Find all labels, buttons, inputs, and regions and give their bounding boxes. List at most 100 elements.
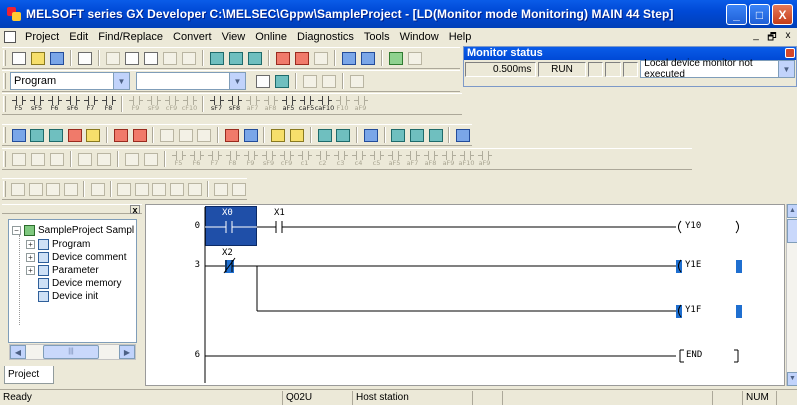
project-tree-horizontal-scrollbar[interactable]: ◀ ||| ▶ (9, 344, 136, 360)
coil-button[interactable]: F7 (82, 95, 99, 113)
comment-display-icon[interactable] (131, 126, 149, 144)
merge-icon[interactable] (408, 126, 426, 144)
sfc-key-af5[interactable]: aF5 (386, 150, 403, 168)
zoom-icon[interactable] (158, 126, 176, 144)
split-icon[interactable] (390, 126, 408, 144)
horizontal-line-button[interactable]: F9 (127, 95, 144, 113)
help-icon[interactable] (230, 180, 247, 198)
list-mode-icon[interactable] (29, 126, 47, 144)
tab-project[interactable]: Project (4, 366, 54, 384)
window-icon[interactable] (454, 126, 472, 144)
sfc-key-f9[interactable]: F9 (242, 150, 259, 168)
falling-pulse-button[interactable]: sF8 (226, 95, 243, 113)
list-view-icon[interactable] (186, 180, 203, 198)
rising-pulse-button[interactable]: sF7 (208, 95, 225, 113)
close-button[interactable]: X (772, 4, 793, 25)
sfc-key-f8[interactable]: F8 (224, 150, 241, 168)
sfc-key-f7[interactable]: F7 (206, 150, 223, 168)
menu-view[interactable]: View (217, 31, 251, 43)
parallel-coupling-icon[interactable] (142, 150, 160, 168)
device-search-icon[interactable] (208, 49, 226, 67)
jump-symbol-icon[interactable] (48, 150, 66, 168)
invert-button[interactable]: caF10 (315, 95, 334, 113)
find-device-icon[interactable] (362, 126, 380, 144)
sfc-key-cf9[interactable]: cF9 (278, 150, 295, 168)
tree-item-parameter[interactable]: + Parameter (26, 265, 99, 276)
line-draw-button[interactable]: F10 (334, 95, 351, 113)
closed-contact-button[interactable]: F6 (46, 95, 63, 113)
ladder-view-icon[interactable] (169, 180, 186, 198)
statement-icon[interactable] (320, 72, 338, 90)
monitor-start-icon[interactable] (340, 49, 358, 67)
ladder-vertical-scrollbar[interactable]: ▲ ▼ (786, 204, 797, 386)
maximize-button[interactable]: □ (749, 4, 770, 25)
step-icon[interactable] (177, 126, 195, 144)
monitor-mode-icon[interactable] (84, 126, 102, 144)
device-batch-icon[interactable] (387, 49, 405, 67)
tree-item-device-init[interactable]: Device init (38, 291, 98, 302)
menu-online[interactable]: Online (250, 31, 292, 43)
menu-find-replace[interactable]: Find/Replace (93, 31, 168, 43)
sfc-key-sf9[interactable]: sF9 (260, 150, 277, 168)
find-icon[interactable] (246, 49, 264, 67)
paste-icon[interactable] (142, 49, 160, 67)
mdi-minimize-button[interactable]: _ (749, 30, 763, 47)
sfc-key-af9-2[interactable]: aF9 (476, 150, 493, 168)
tree-view-icon[interactable] (273, 72, 291, 90)
copy-icon[interactable] (123, 49, 141, 67)
menu-convert[interactable]: Convert (168, 31, 217, 43)
new-project-icon[interactable] (10, 49, 28, 67)
sfc-key-c1[interactable]: c1 (296, 150, 313, 168)
delete-horizontal-button[interactable]: cF9 (163, 95, 180, 113)
label-icon[interactable] (288, 126, 306, 144)
select-branch-icon[interactable] (76, 150, 94, 168)
sfc-key-af10[interactable]: aF10 (458, 150, 475, 168)
menu-diagnostics[interactable]: Diagnostics (292, 31, 359, 43)
tree-item-program[interactable]: + Program (26, 239, 90, 250)
jump-to-end-icon[interactable] (45, 180, 62, 198)
application-instruction-button[interactable]: F8 (100, 95, 117, 113)
sfc-key-f6[interactable]: F6 (188, 150, 205, 168)
write-to-plc-icon[interactable] (293, 49, 311, 67)
device-memory-icon[interactable] (223, 126, 241, 144)
open-project-icon[interactable] (29, 49, 47, 67)
open-contact-button[interactable]: F5 (10, 95, 27, 113)
scroll-up-icon[interactable]: ▲ (787, 204, 797, 218)
tree-root-sampleproject[interactable]: − SampleProject Sampl (12, 225, 134, 236)
ladder-mode-icon[interactable] (10, 126, 28, 144)
menu-tools[interactable]: Tools (359, 31, 395, 43)
diagnostics-icon[interactable] (406, 49, 424, 67)
chevron-down-icon[interactable]: ▼ (113, 73, 129, 89)
expand-icon[interactable]: + (26, 240, 35, 249)
block-icon[interactable] (334, 126, 352, 144)
select-coupling-icon[interactable] (123, 150, 141, 168)
alias-icon[interactable] (348, 72, 366, 90)
tree-item-device-comment[interactable]: + Device comment (26, 252, 126, 263)
delete-vertical-button[interactable]: cF10 (181, 95, 198, 113)
read-mode-icon[interactable] (66, 126, 84, 144)
write-mode-icon[interactable] (47, 126, 65, 144)
ladder-editor[interactable]: 0 3 6 X0 X1 X2 Y10 Y1E Y1F END (145, 204, 785, 386)
sfc-icon[interactable] (316, 126, 334, 144)
read-from-plc-icon[interactable] (274, 49, 292, 67)
binoculars-icon[interactable] (10, 180, 27, 198)
function-icon[interactable] (269, 126, 287, 144)
table-icon[interactable] (427, 126, 445, 144)
print-icon[interactable] (76, 49, 94, 67)
save-icon[interactable] (48, 49, 66, 67)
chevron-down-icon[interactable]: ▼ (778, 61, 794, 77)
instruction-search-icon[interactable] (227, 49, 245, 67)
parallel-rising-pulse-button[interactable]: aF7 (244, 95, 261, 113)
expand-icon[interactable]: + (26, 266, 35, 275)
mdi-close-button[interactable]: x (781, 30, 795, 47)
parallel-branch-icon[interactable] (95, 150, 113, 168)
jump-to-step-icon[interactable] (28, 180, 45, 198)
undo-icon[interactable] (161, 49, 179, 67)
cut-icon[interactable] (104, 49, 122, 67)
rising-edge-button[interactable]: aF5 (280, 95, 297, 113)
data-name-combo[interactable]: ▼ (136, 72, 246, 90)
line-delete-button[interactable]: aF9 (352, 95, 369, 113)
mdi-restore-button[interactable]: 🗗 (765, 30, 779, 47)
close-icon[interactable] (785, 48, 795, 58)
local-monitor-combo[interactable]: Local device monitor not executed ▼ (640, 58, 795, 80)
